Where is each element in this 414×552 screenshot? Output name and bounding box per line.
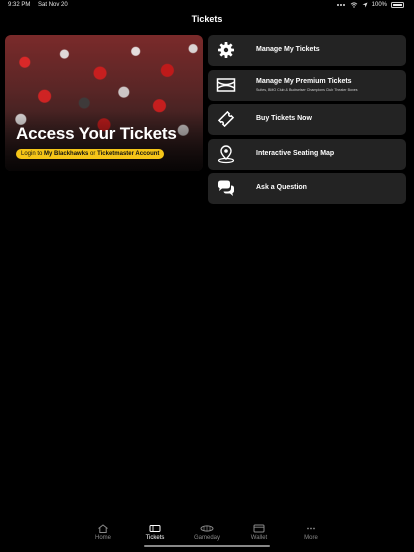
home-indicator[interactable]	[144, 545, 270, 547]
page-title: Tickets	[191, 14, 223, 24]
battery-percent: 100%	[371, 2, 387, 8]
tab-wallet[interactable]: Wallet	[234, 524, 284, 541]
tab-label: More	[304, 535, 318, 541]
status-time: 9:32 PM	[8, 2, 31, 8]
cta-prefix: Login to	[21, 151, 45, 157]
menu-item-ask-question[interactable]: Ask a Question	[208, 173, 406, 204]
tab-label: Gameday	[193, 535, 220, 541]
tab-tickets[interactable]: Tickets	[130, 524, 180, 541]
menu-item-seating-map[interactable]: Interactive Seating Map	[208, 138, 406, 170]
signal-dots-icon	[336, 4, 345, 6]
tab-home[interactable]: Home	[78, 524, 128, 541]
cta-brand-ticketmaster: Ticketmaster Account	[97, 151, 160, 157]
menu-item-label: Interactive Seating Map	[256, 149, 335, 157]
gameday-icon	[200, 525, 214, 532]
login-cta-pill[interactable]: Login to My Blackhawks or Ticketmaster A…	[16, 149, 165, 159]
cta-or: or	[88, 151, 98, 157]
more-icon	[307, 527, 315, 530]
status-date: Sat Nov 20	[38, 2, 68, 8]
tab-label: Home	[94, 535, 111, 541]
location-arrow-icon	[362, 2, 368, 8]
gear-icon	[218, 42, 234, 58]
wallet-icon	[253, 524, 265, 533]
menu-item-premium-tickets[interactable]: Manage My Premium Tickets Suites, BMO Cl…	[208, 69, 406, 101]
menu-item-label: Buy Tickets Now	[256, 115, 312, 122]
chat-bubbles-icon	[218, 180, 234, 196]
menu-item-buy-tickets[interactable]: Buy Tickets Now	[208, 104, 406, 135]
tickets-menu: Manage My Tickets Manage My Premium Tick…	[208, 35, 406, 208]
menu-item-label: Manage My Tickets	[256, 46, 320, 53]
battery-icon	[391, 2, 404, 8]
hero-title: Access Your Tickets	[16, 124, 177, 143]
tab-gameday[interactable]: Gameday	[182, 524, 232, 541]
menu-item-manage-tickets[interactable]: Manage My Tickets	[208, 35, 406, 66]
ticket-icon	[217, 110, 235, 128]
stadium-icon	[216, 77, 236, 92]
map-pin-icon	[217, 144, 235, 163]
status-left: 9:32 PM Sat Nov 20	[8, 2, 74, 8]
menu-item-label: Ask a Question	[256, 184, 307, 191]
status-bar: 9:32 PM Sat Nov 20 100%	[0, 0, 414, 10]
wifi-icon	[350, 2, 357, 8]
home-icon	[98, 524, 108, 533]
status-right: 100%	[336, 2, 404, 8]
menu-item-label: Manage My Premium Tickets	[256, 77, 352, 85]
tab-label: Wallet	[250, 535, 268, 541]
tab-more[interactable]: More	[286, 524, 336, 541]
menu-item-sublabel: Suites, BMO Club & Budweiser Champions C…	[256, 87, 358, 92]
tab-label: Tickets	[145, 535, 165, 541]
cta-brand-blackhawks: My Blackhawks	[44, 151, 89, 157]
tickets-icon	[149, 525, 161, 532]
